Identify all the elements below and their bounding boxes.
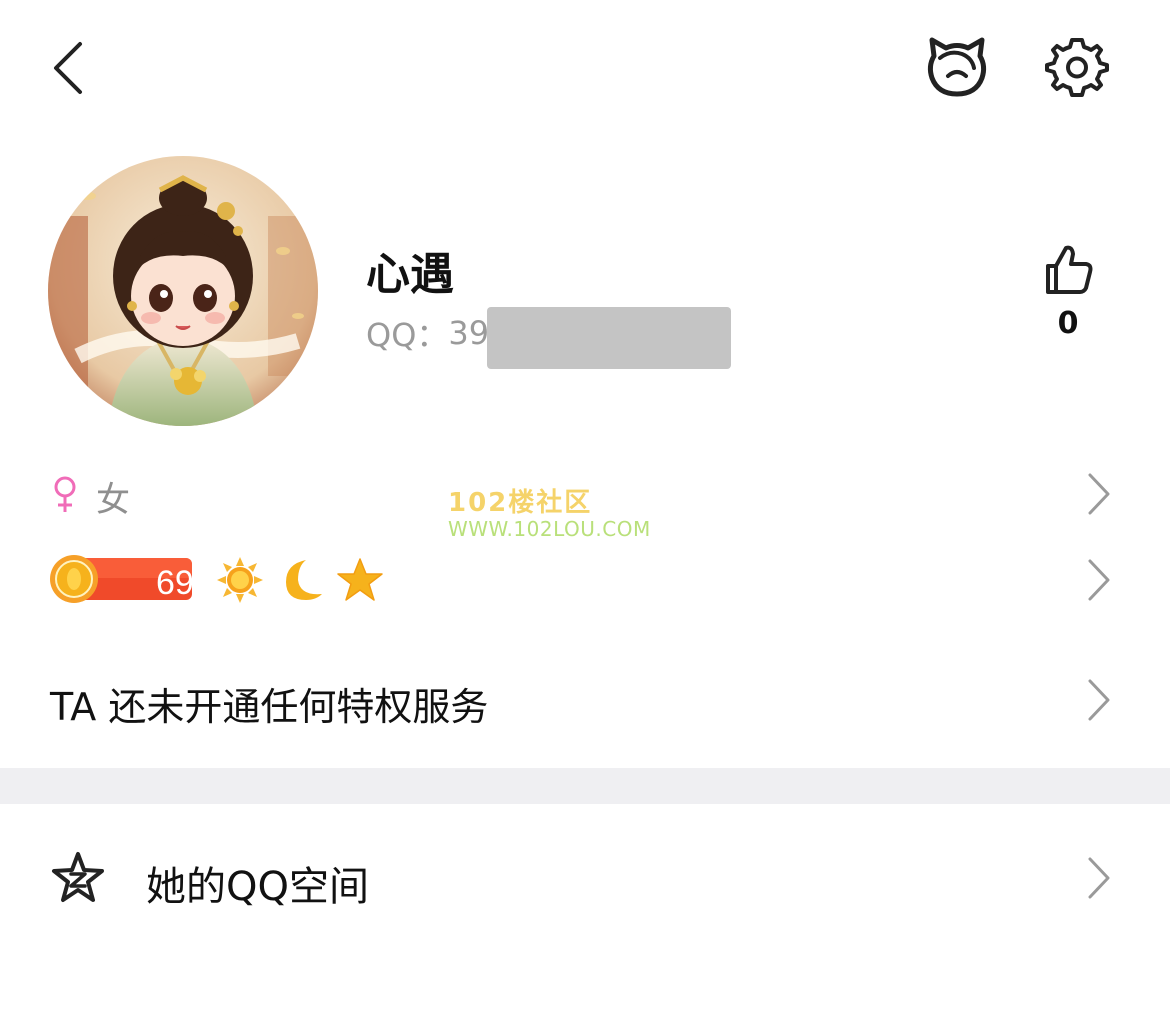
female-icon [54,476,76,512]
qq-number-visible: 39 [448,314,490,352]
moon-icon [286,560,322,600]
level-points: 697 [156,564,213,602]
chevron-left-icon [54,42,82,94]
chevron-right-icon [1088,679,1110,721]
qzone-label: 她的QQ空间 [146,864,369,910]
top-bar [0,0,1170,130]
qq-number: QQ： 39 [366,310,489,356]
back-button[interactable] [44,36,100,98]
qq-label: QQ： [366,316,449,354]
qq-redaction-box [487,307,731,369]
qzone-row[interactable]: 她的QQ空间 [0,846,1170,910]
privilege-row[interactable]: TA 还未开通任何特权服务 [0,668,1170,732]
chevron-right-icon [1088,559,1110,601]
watermark: 102楼社区 WWW.102LOU.COM [448,488,688,540]
cat-face-icon [927,37,987,97]
nickname: 心遇 [366,249,454,300]
gear-icon [1045,38,1109,97]
thumbs-up-icon [1046,245,1093,294]
qzone-star-icon [52,852,104,902]
profile-header: 心遇 QQ： 39 0 [0,150,1170,440]
watermark-title: 102楼社区 [448,488,593,518]
gender-label: 女 [96,480,130,520]
level-badge: 697 [48,554,213,604]
star-icon [337,558,383,601]
section-divider [0,768,1170,804]
level-row[interactable]: 697 [0,548,1170,612]
pet-button[interactable] [922,34,992,100]
settings-button[interactable] [1044,34,1110,100]
sun-icon [217,557,263,603]
like-button[interactable] [1040,242,1096,298]
privilege-text: TA 还未开通任何特权服务 [50,685,489,729]
chevron-right-icon [1088,857,1110,899]
avatar[interactable] [48,156,318,426]
like-count: 0 [1057,306,1079,341]
avatar-illustration [48,156,318,426]
watermark-url: WWW.102LOU.COM [448,517,651,541]
chevron-right-icon [1088,473,1110,515]
